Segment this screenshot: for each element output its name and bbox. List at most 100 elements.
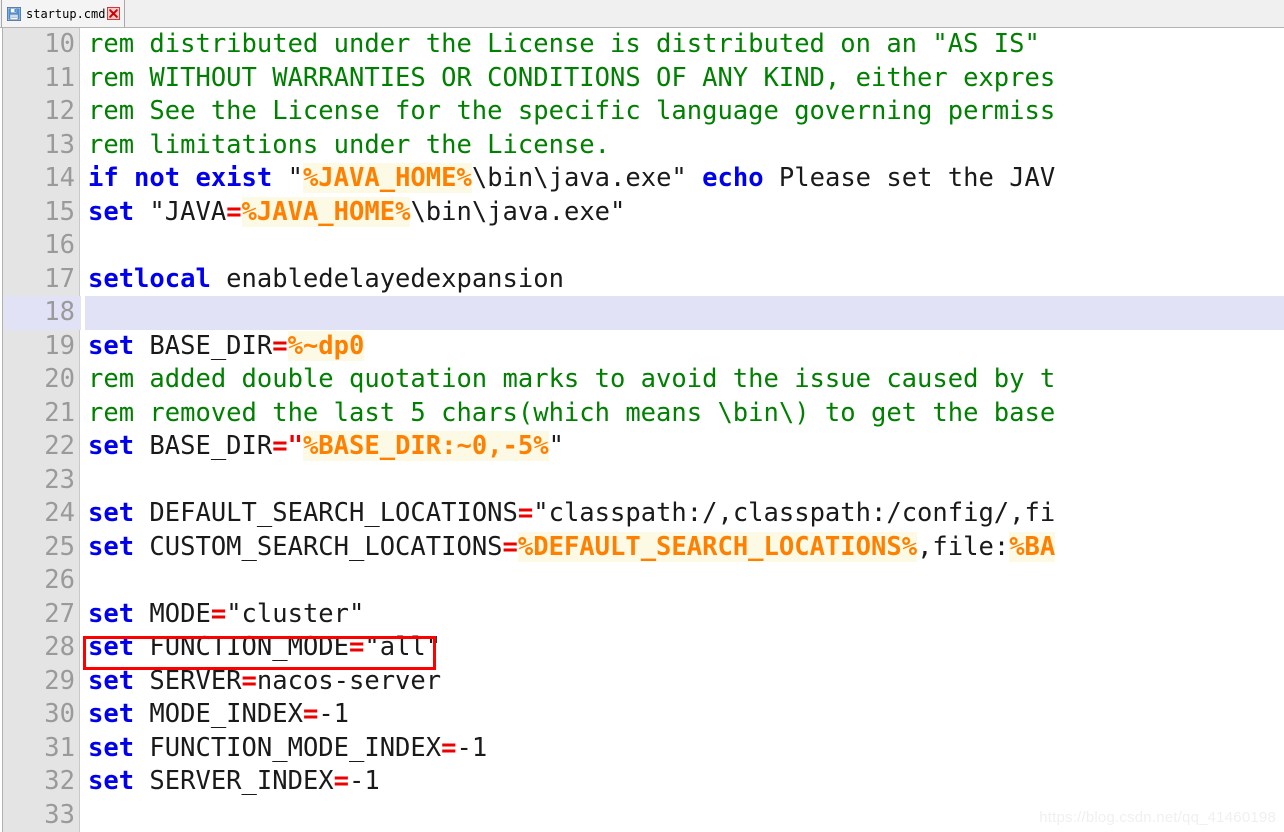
code-line[interactable]: 11 rem WITHOUT WARRANTIES OR CONDITIONS O… <box>0 62 1284 96</box>
code-token-kw: set <box>88 431 135 461</box>
code-line[interactable]: 21 rem removed the last 5 chars(which mea… <box>0 397 1284 431</box>
code-token-pl: DEFAULT_SEARCH_LOCATIONS <box>134 498 518 528</box>
line-number: 11 <box>44 62 75 93</box>
code-line-text[interactable] <box>85 564 1284 598</box>
code-line-text[interactable]: set "JAVA=%JAVA_HOME%\bin\java.exe" <box>85 196 1284 230</box>
code-line-text[interactable]: rem removed the last 5 chars(which means… <box>85 397 1284 431</box>
code-token-pl: SERVER_INDEX <box>134 766 334 796</box>
code-line[interactable]: 19 set BASE_DIR=%~dp0 <box>0 330 1284 364</box>
code-line-text[interactable]: set FUNCTION_MODE_INDEX=-1 <box>85 732 1284 766</box>
code-token-pl: " <box>272 163 303 193</box>
code-line-text[interactable]: set DEFAULT_SEARCH_LOCATIONS="classpath:… <box>85 497 1284 531</box>
code-line[interactable]: 25 set CUSTOM_SEARCH_LOCATIONS=%DEFAULT_S… <box>0 531 1284 565</box>
line-number: 17 <box>44 263 75 294</box>
code-token-pl: BASE_DIR <box>134 431 273 461</box>
code-line-text[interactable]: rem limitations under the License. <box>85 129 1284 163</box>
code-token-op: = <box>302 699 319 729</box>
code-token-pl: "JAVA <box>134 196 227 227</box>
code-line-text[interactable]: rem added double quotation marks to avoi… <box>85 363 1284 397</box>
code-text-area[interactable]: 10 rem distributed under the License is d… <box>0 28 1284 832</box>
code-token-var: %DEFAULT_SEARCH_LOCATIONS% <box>517 531 918 562</box>
code-token-kw: setlocal <box>88 263 211 294</box>
code-token-pl: -1 <box>318 699 350 729</box>
code-token-pl: ,file: <box>917 531 1010 562</box>
code-token-op: = <box>517 498 534 528</box>
code-line[interactable]: 17 setlocal enabledelayedexpansion <box>0 263 1284 297</box>
tab-startup-cmd[interactable]: startup.cmd <box>1 0 126 27</box>
code-line[interactable]: 31 set FUNCTION_MODE_INDEX=-1 <box>0 732 1284 766</box>
code-line-text[interactable] <box>85 296 1284 330</box>
line-number: 28 <box>44 632 75 662</box>
code-line-text[interactable]: rem WITHOUT WARRANTIES OR CONDITIONS OF … <box>85 62 1284 96</box>
code-token-pl: MODE_INDEX <box>134 699 303 729</box>
code-token-op: = <box>333 766 350 796</box>
code-token-cm: rem removed the last 5 chars(which means… <box>88 397 1056 428</box>
code-line[interactable]: 10 rem distributed under the License is d… <box>0 28 1284 62</box>
line-number: 21 <box>44 397 75 428</box>
code-line[interactable]: 23 <box>0 464 1284 498</box>
code-line-text[interactable]: set BASE_DIR="%BASE_DIR:~0,-5%" <box>85 430 1284 464</box>
line-number: 18 <box>44 297 75 327</box>
code-token-var: %BASE_DIR:~0,-5% <box>302 431 549 461</box>
code-line-text[interactable]: setlocal enabledelayedexpansion <box>85 263 1284 297</box>
code-line-text[interactable]: rem distributed under the License is dis… <box>85 28 1284 62</box>
code-token-var: %BA <box>1009 531 1056 562</box>
code-token-pl: \bin\java.exe" <box>471 163 703 193</box>
code-token-cm: rem added double quotation marks to avoi… <box>88 364 1056 394</box>
code-line[interactable]: 16 <box>0 229 1284 263</box>
code-line-text[interactable]: set SERVER_INDEX=-1 <box>85 765 1284 799</box>
code-line[interactable]: 15 set "JAVA=%JAVA_HOME%\bin\java.exe" <box>0 196 1284 230</box>
code-line-text[interactable]: if not exist "%JAVA_HOME%\bin\java.exe" … <box>85 162 1284 196</box>
code-line[interactable]: 12 rem See the License for the specific l… <box>0 95 1284 129</box>
code-line-text[interactable]: rem See the License for the specific lan… <box>85 95 1284 129</box>
code-token-pl: Please set the JAV <box>763 163 1056 193</box>
line-number: 15 <box>44 196 75 227</box>
line-number: 13 <box>44 129 75 160</box>
code-line-text[interactable] <box>85 229 1284 263</box>
code-line[interactable]: 29 set SERVER=nacos-server <box>0 665 1284 699</box>
code-line-text[interactable]: set MODE_INDEX=-1 <box>85 698 1284 732</box>
code-line-text[interactable]: set BASE_DIR=%~dp0 <box>85 330 1284 364</box>
code-line-text[interactable] <box>85 464 1284 498</box>
code-token-cm: rem WITHOUT WARRANTIES OR CONDITIONS OF … <box>88 62 1056 93</box>
line-number: 31 <box>44 732 75 763</box>
code-token-var: %JAVA_HOME% <box>241 196 411 227</box>
code-token-op: =" <box>272 431 303 461</box>
code-line[interactable]: 30 set MODE_INDEX=-1 <box>0 698 1284 732</box>
line-number: 29 <box>44 665 75 696</box>
tab-label: startup.cmd <box>26 6 106 21</box>
line-number: 22 <box>44 431 75 461</box>
line-number: 20 <box>44 364 75 394</box>
code-token-var: %JAVA_HOME% <box>302 163 472 193</box>
watermark-text: https://blog.csdn.net/qq_41460198 <box>1039 809 1276 826</box>
code-token-pl: \bin\java.exe" <box>410 196 626 227</box>
code-line[interactable]: 14 if not exist "%JAVA_HOME%\bin\java.exe… <box>0 162 1284 196</box>
code-token-kw: if not exist <box>88 163 273 193</box>
code-line[interactable]: 32 set SERVER_INDEX=-1 <box>0 765 1284 799</box>
code-token-pl: MODE <box>134 598 211 629</box>
code-line[interactable]: 22 set BASE_DIR="%BASE_DIR:~0,-5%" <box>0 430 1284 464</box>
code-token-kw: set <box>88 498 135 528</box>
line-number: 19 <box>44 330 75 361</box>
code-line[interactable]: 18 <box>0 296 1284 330</box>
code-line[interactable]: 20 rem added double quotation marks to av… <box>0 363 1284 397</box>
code-line-text[interactable]: set MODE="cluster" <box>85 598 1284 632</box>
floppy-disk-icon <box>7 6 21 21</box>
code-line[interactable]: 27 set MODE="cluster" <box>0 598 1284 632</box>
code-line[interactable]: 26 <box>0 564 1284 598</box>
code-editor[interactable]: 10 rem distributed under the License is d… <box>0 28 1284 832</box>
code-line-text[interactable]: set FUNCTION_MODE="all" <box>85 631 1284 665</box>
code-token-pl: "classpath:/,classpath:/config/,fi <box>533 498 1056 528</box>
code-token-cm: rem limitations under the License. <box>88 129 610 160</box>
code-token-pl: -1 <box>456 732 488 763</box>
code-line[interactable]: 24 set DEFAULT_SEARCH_LOCATIONS="classpat… <box>0 497 1284 531</box>
code-line-text[interactable]: set CUSTOM_SEARCH_LOCATIONS=%DEFAULT_SEA… <box>85 531 1284 565</box>
line-number: 26 <box>44 565 75 595</box>
code-line-text[interactable]: set SERVER=nacos-server <box>85 665 1284 699</box>
code-token-op: = <box>210 598 227 629</box>
code-token-op: = <box>272 330 288 361</box>
code-line[interactable]: 13 rem limitations under the License. <box>0 129 1284 163</box>
code-token-kw: set <box>88 598 135 629</box>
close-x-icon[interactable] <box>107 7 121 20</box>
code-line[interactable]: 28 set FUNCTION_MODE="all" <box>0 631 1284 665</box>
